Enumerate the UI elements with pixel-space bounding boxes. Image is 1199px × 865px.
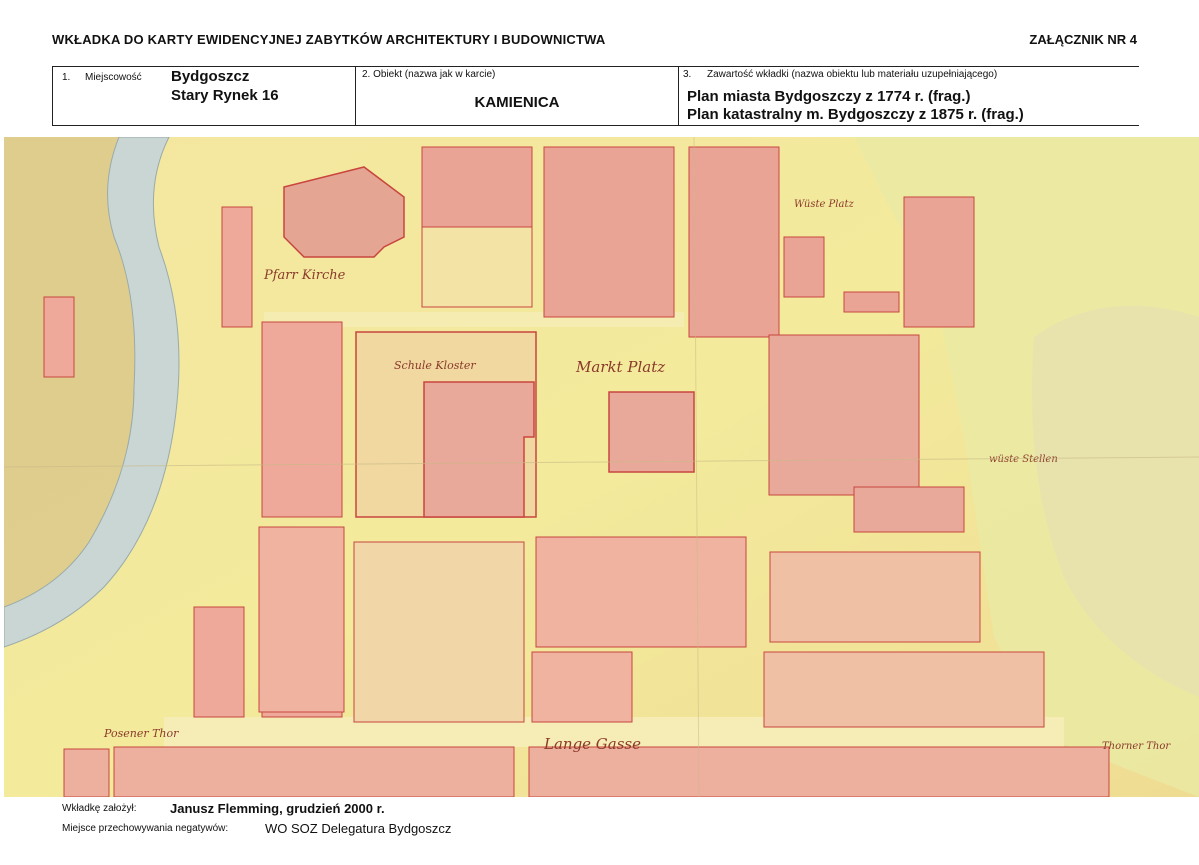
founded-label: Wkładkę założył: — [62, 803, 137, 814]
field-content: 3. Zawartość wkładki (nazwa obiektu lub … — [679, 67, 1139, 125]
market-block — [608, 391, 695, 473]
form-table: 1. Miejscowość Bydgoszcz Stary Rynek 16 … — [52, 66, 1139, 126]
field-label: 2. Obiekt (nazwa jak w karcie) — [362, 69, 496, 80]
storage-label: Miejsce przechowywania negatywów: — [62, 823, 229, 834]
field-number: 1. — [62, 72, 71, 83]
schule-kloster-label: Schule Kloster — [394, 359, 476, 372]
field-locality: 1. Miejscowość Bydgoszcz Stary Rynek 16 — [53, 67, 356, 125]
field-label: Miejscowość — [85, 72, 142, 83]
document-title: WKŁADKA DO KARTY EWIDENCYJNEJ ZABYTKÓW A… — [52, 32, 606, 47]
posener-thor-label: Posener Thor — [103, 727, 179, 740]
locality-address: Stary Rynek 16 — [171, 87, 279, 104]
map-image: Pfarr Kirche Schule Kloster Markt Platz — [4, 137, 1199, 797]
annex-number: ZAŁĄCZNIK NR 4 — [1029, 32, 1137, 47]
kloster-building — [423, 381, 535, 518]
thorner-thor-label: Thorner Thor — [1102, 741, 1171, 752]
content-line-2: Plan katastralny m. Bydgoszczy z 1875 r.… — [687, 106, 1024, 123]
lange-gasse-row — [63, 746, 1110, 797]
content-value: Plan miasta Bydgoszczy z 1774 r. (frag.)… — [687, 88, 1024, 124]
markt-platz-label: Markt Platz — [575, 358, 665, 376]
lange-gasse-label: Lange Gasse — [543, 735, 641, 753]
wuste-platz-label: Wüste Platz — [794, 199, 854, 210]
storage-value: WO SOZ Delegatura Bydgoszcz — [265, 821, 452, 836]
locality-city: Bydgoszcz — [171, 68, 250, 85]
wuste-stellen-label: wüste Stellen — [989, 454, 1058, 465]
historic-map: Pfarr Kirche Schule Kloster Markt Platz — [4, 137, 1199, 797]
pfarr-kirche-label: Pfarr Kirche — [263, 268, 346, 283]
field-object: 2. Obiekt (nazwa jak w karcie) KAMIENICA — [356, 67, 679, 125]
author-value: Janusz Flemming, grudzień 2000 r. — [170, 801, 385, 816]
locality-value: Bydgoszcz Stary Rynek 16 — [171, 67, 279, 105]
field-number: 3. — [683, 69, 692, 80]
content-line-1: Plan miasta Bydgoszczy z 1774 r. (frag.) — [687, 88, 971, 105]
field-label: Zawartość wkładki (nazwa obiektu lub mat… — [707, 69, 998, 80]
object-value: KAMIENICA — [474, 94, 560, 111]
